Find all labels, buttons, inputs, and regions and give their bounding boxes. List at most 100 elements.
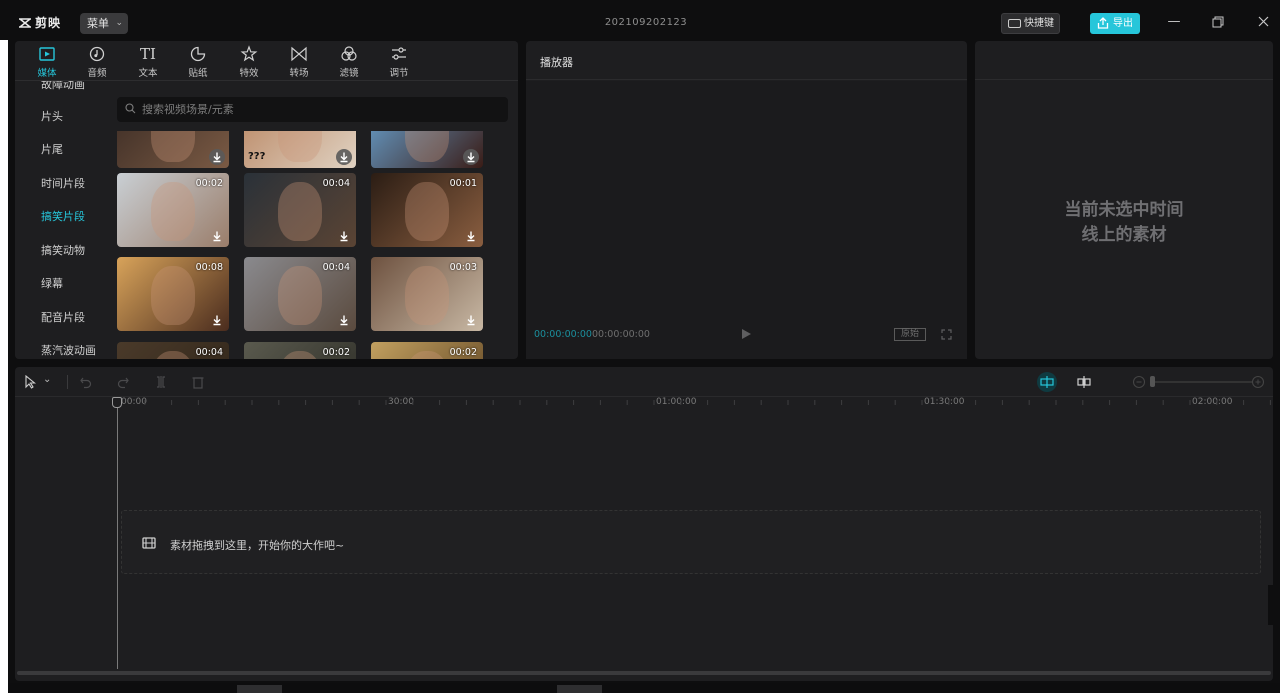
playhead-handle[interactable] [112, 397, 122, 408]
sidebar-item-intro[interactable]: 片头 [41, 108, 63, 124]
capcut-logo-icon [19, 18, 31, 28]
restore-icon [1212, 16, 1224, 28]
filter-icon [341, 46, 357, 61]
sidebar-item-green-screen[interactable]: 绿幕 [41, 275, 63, 291]
tab-transition[interactable]: 转场 [279, 44, 319, 80]
sidebar-item-time-clips[interactable]: 时间片段 [41, 175, 85, 191]
restore-button[interactable] [1208, 12, 1228, 32]
tab-effects[interactable]: 特效 [229, 44, 269, 80]
download-icon [467, 152, 475, 163]
clip-preview-image [404, 350, 450, 359]
zoom-slider-handle[interactable] [1150, 376, 1155, 387]
sidebar-item-outro[interactable]: 片尾 [41, 141, 63, 157]
download-button[interactable] [336, 228, 352, 244]
download-button[interactable] [209, 312, 225, 328]
linkage-icon[interactable] [1077, 375, 1091, 389]
clip-thumbnail[interactable]: 00:04 [244, 173, 356, 247]
clip-overlay-text: ??? [248, 151, 266, 162]
tab-transition-label: 转场 [289, 68, 309, 79]
zoom-in-icon[interactable] [1251, 375, 1265, 389]
download-button[interactable] [336, 149, 352, 165]
aspect-ratio-button[interactable]: 原始 [894, 328, 926, 341]
delete-icon[interactable] [191, 375, 205, 389]
download-icon [340, 231, 348, 242]
export-button[interactable]: 导出 [1090, 13, 1140, 34]
download-button[interactable] [463, 228, 479, 244]
download-button[interactable] [336, 312, 352, 328]
zoom-slider[interactable] [1152, 381, 1252, 383]
download-icon [213, 231, 221, 242]
sidebar-item-glitch[interactable]: 故障动画 [41, 81, 85, 92]
category-tabs: 媒体 音频 TI 文本 贴纸 特效 转场 滤镜 调节 [15, 41, 518, 81]
download-button[interactable] [463, 312, 479, 328]
clip-thumbnail[interactable]: 00:02 [244, 342, 356, 359]
cursor-mode-chevron-icon[interactable]: ⌄ [43, 374, 51, 385]
app-window: 剪映 菜单 ⌄ 202109202123 快捷键 导出 — 媒体 音频 TI 文… [0, 0, 1280, 693]
clip-thumbnail[interactable] [117, 131, 229, 168]
export-icon [1097, 17, 1109, 29]
close-button[interactable] [1253, 12, 1273, 32]
clip-thumbnail[interactable]: ??? [244, 131, 356, 168]
redo-icon[interactable] [116, 375, 130, 389]
film-icon [142, 537, 156, 549]
magnet-snap-button[interactable] [1037, 372, 1057, 392]
scroll-indicator [1268, 585, 1276, 625]
timeline-scrollbar[interactable] [17, 671, 1271, 675]
clip-duration: 00:08 [195, 262, 223, 273]
media-icon [39, 47, 55, 61]
sidebar-item-funny-animals[interactable]: 搞笑动物 [41, 242, 85, 258]
window-left-edge [0, 40, 8, 693]
shortcut-button[interactable]: 快捷键 [1001, 13, 1060, 34]
clip-thumbnail[interactable]: 00:08 [117, 257, 229, 331]
download-icon [213, 152, 221, 163]
clip-preview-image [150, 265, 196, 326]
clip-preview-image [277, 181, 323, 242]
taskbar-item[interactable] [557, 685, 602, 693]
tab-audio[interactable]: 音频 [77, 44, 117, 80]
clip-thumbnail[interactable] [371, 131, 483, 168]
playhead [117, 399, 118, 669]
tab-filter[interactable]: 滤镜 [329, 44, 369, 80]
download-icon [467, 231, 475, 242]
timeline-drop-zone[interactable]: 素材拖拽到这里，开始你的大作吧~ [121, 510, 1261, 574]
sidebar-item-dubbing[interactable]: 配音片段 [41, 309, 85, 325]
player-title: 播放器 [540, 56, 573, 69]
minimize-button[interactable]: — [1164, 12, 1184, 32]
toolbar-divider [67, 375, 68, 389]
download-button[interactable] [463, 149, 479, 165]
select-cursor-icon[interactable] [24, 375, 38, 389]
download-icon [467, 315, 475, 326]
menu-button[interactable]: 菜单 ⌄ [80, 13, 128, 34]
clip-thumbnail[interactable]: 00:03 [371, 257, 483, 331]
clip-duration: 00:03 [449, 262, 477, 273]
search-input[interactable] [142, 97, 502, 122]
clip-thumbnail[interactable]: 00:02 [117, 173, 229, 247]
clip-thumbnail[interactable]: 00:04 [117, 342, 229, 359]
clip-thumbnail[interactable]: 00:01 [371, 173, 483, 247]
tab-text[interactable]: TI 文本 [128, 44, 168, 80]
taskbar-item[interactable] [237, 685, 282, 693]
download-button[interactable] [209, 149, 225, 165]
clip-thumbnail[interactable]: 00:04 [244, 257, 356, 331]
clip-thumbnail[interactable]: 00:02 [371, 342, 483, 359]
timeline-toolbar: ⌄ [15, 367, 1273, 397]
play-icon[interactable] [740, 328, 752, 340]
audio-icon [89, 46, 105, 62]
split-icon[interactable] [154, 375, 168, 389]
sidebar-item-funny-clips[interactable]: 搞笑片段 [41, 208, 85, 224]
sidebar-item-vaporwave[interactable]: 蒸汽波动画 [41, 342, 96, 358]
timeline-ruler[interactable]: 00:00 30:00 01:00:00 01:30:00 02:00:00 [15, 397, 1273, 411]
undo-icon[interactable] [79, 375, 93, 389]
clip-duration: 00:02 [322, 347, 350, 358]
app-logo-text: 剪映 [35, 16, 62, 30]
tab-sticker[interactable]: 贴纸 [178, 44, 218, 80]
properties-header [975, 41, 1273, 80]
tab-adjust[interactable]: 调节 [379, 44, 419, 80]
adjust-icon [392, 47, 406, 60]
fullscreen-icon[interactable] [941, 329, 952, 340]
tab-audio-label: 音频 [87, 68, 107, 79]
tab-media[interactable]: 媒体 [27, 44, 67, 80]
zoom-out-icon[interactable] [1132, 375, 1146, 389]
download-button[interactable] [209, 228, 225, 244]
tab-adjust-label: 调节 [389, 68, 409, 79]
